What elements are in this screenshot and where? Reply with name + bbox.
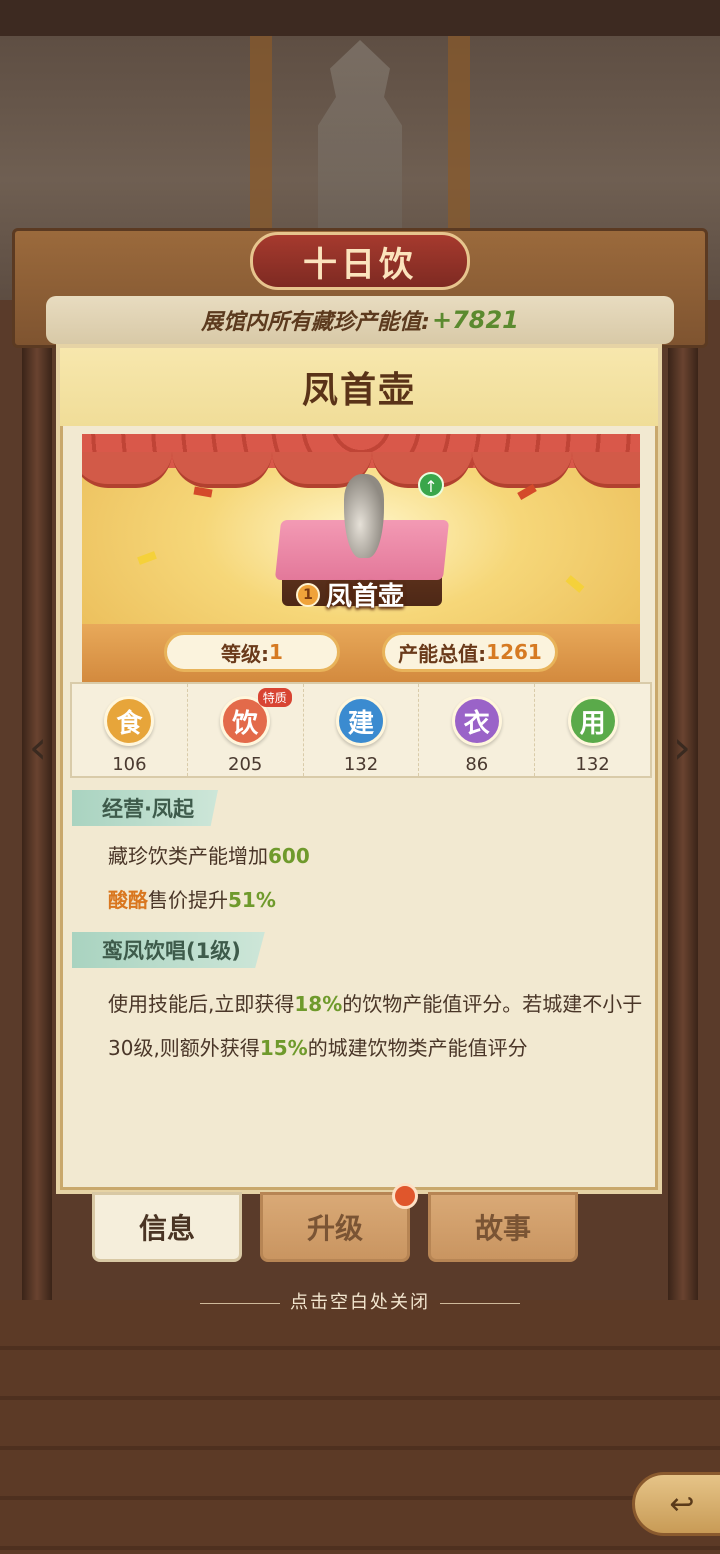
cabinet-post — [668, 300, 698, 1300]
tab-upgrade[interactable]: 升级 — [260, 1192, 410, 1262]
level-value: 1 — [269, 640, 283, 664]
skill1-line1-text: 藏珍饮类产能增加 — [108, 844, 268, 868]
tab-info[interactable]: 信息 — [92, 1192, 242, 1262]
skill2-desc-a: 使用技能后,立即获得 — [108, 992, 295, 1016]
item-name-label: 1 凤首壶 — [296, 576, 404, 613]
attribute-value: 205 — [228, 754, 263, 775]
curtain-scallop — [572, 452, 640, 488]
attribute-use: 用 132 — [535, 684, 650, 776]
notification-dot — [392, 1183, 418, 1209]
skill1-line2-text: 售价提升 — [148, 888, 228, 912]
output-pill: 产能总值: 1261 — [382, 632, 558, 672]
cabinet-post — [22, 300, 52, 1300]
phoenix-ewer-image — [344, 474, 384, 558]
attribute-value: 106 — [112, 754, 147, 775]
pillar — [448, 36, 470, 236]
trait-tag: 特质 — [257, 688, 292, 707]
food-icon: 食 — [104, 696, 155, 746]
back-arrow-icon[interactable]: ↩ — [632, 1472, 720, 1536]
attribute-row: 食 106 饮 特质 205 建 132 衣 86 用 132 — [70, 682, 652, 778]
pillar — [250, 36, 272, 236]
attribute-drink: 饮 特质 205 — [188, 684, 304, 776]
hall-total-output: 展馆内所有藏珍产能值: +7821 — [46, 296, 674, 344]
attribute-value: 86 — [465, 754, 489, 775]
skill1-line1: 藏珍饮类产能增加600 — [108, 842, 310, 870]
curtain-scallop — [172, 452, 272, 488]
hall-title: 十日饮 — [303, 244, 417, 285]
curtain-scallop — [472, 452, 572, 488]
skill1-line2-item: 酸酪 — [108, 888, 148, 912]
attribute-food: 食 106 — [72, 684, 188, 776]
skill2-desc-e: 的城建饮物类产能值评分 — [307, 1036, 528, 1060]
build-icon: 建 — [335, 696, 386, 746]
close-hint[interactable]: 点击空白处关闭 — [0, 1288, 720, 1314]
item-rank-badge: 1 — [296, 582, 320, 607]
close-hint-text: 点击空白处关闭 — [290, 1292, 430, 1313]
use-icon: 用 — [567, 696, 618, 746]
attribute-value: 132 — [575, 754, 610, 775]
floor — [0, 1300, 720, 1554]
confetti — [137, 551, 157, 565]
confetti — [193, 486, 213, 498]
attribute-clothing: 衣 86 — [419, 684, 536, 776]
arrow-up-icon[interactable]: ↑ — [418, 472, 444, 498]
curtain-scallop — [82, 452, 172, 488]
item-name: 凤首壶 — [326, 582, 405, 612]
skill1-title: 经营·凤起 — [72, 790, 218, 826]
skill1-line2-value: 51% — [228, 888, 276, 912]
clothing-icon: 衣 — [451, 696, 502, 746]
skill2-desc-d: 15% — [259, 1036, 308, 1060]
attribute-value: 132 — [343, 754, 379, 775]
output-value: 1261 — [486, 640, 542, 664]
item-detail-card: 凤首壶 ↑ 1 凤首壶 等级: 1 产能总值: 1261 食 106 饮 特质 … — [56, 344, 662, 1194]
output-label: 产能总值: — [398, 641, 487, 666]
skill2-description: 使用技能后,立即获得18%的饮物产能值评分。若城建不小于30级,则额外获得15%… — [108, 982, 648, 1070]
item-title: 凤首壶 — [301, 369, 416, 411]
ceiling-beam — [0, 0, 720, 36]
chevron-left-icon[interactable]: ‹ — [20, 722, 56, 772]
hall-title-plaque: 十日饮 — [250, 232, 470, 290]
skill1-line2: 酸酪售价提升51% — [108, 886, 276, 914]
level-label: 等级: — [221, 641, 270, 666]
skill2-title: 鸾凤饮唱(1级) — [72, 932, 265, 968]
card-header: 凤首壶 — [60, 348, 658, 426]
hall-total-label: 展馆内所有藏珍产能值: — [201, 310, 430, 335]
attribute-build: 建 132 — [304, 684, 420, 776]
confetti — [565, 575, 585, 593]
tower-silhouette — [318, 40, 402, 230]
skill1-line1-value: 600 — [268, 844, 310, 868]
tab-story[interactable]: 故事 — [428, 1192, 578, 1262]
chevron-right-icon[interactable]: › — [664, 722, 700, 772]
hall-total-value: +7821 — [431, 306, 519, 334]
level-pill: 等级: 1 — [164, 632, 340, 672]
skill2-desc-b: 18% — [294, 992, 343, 1016]
